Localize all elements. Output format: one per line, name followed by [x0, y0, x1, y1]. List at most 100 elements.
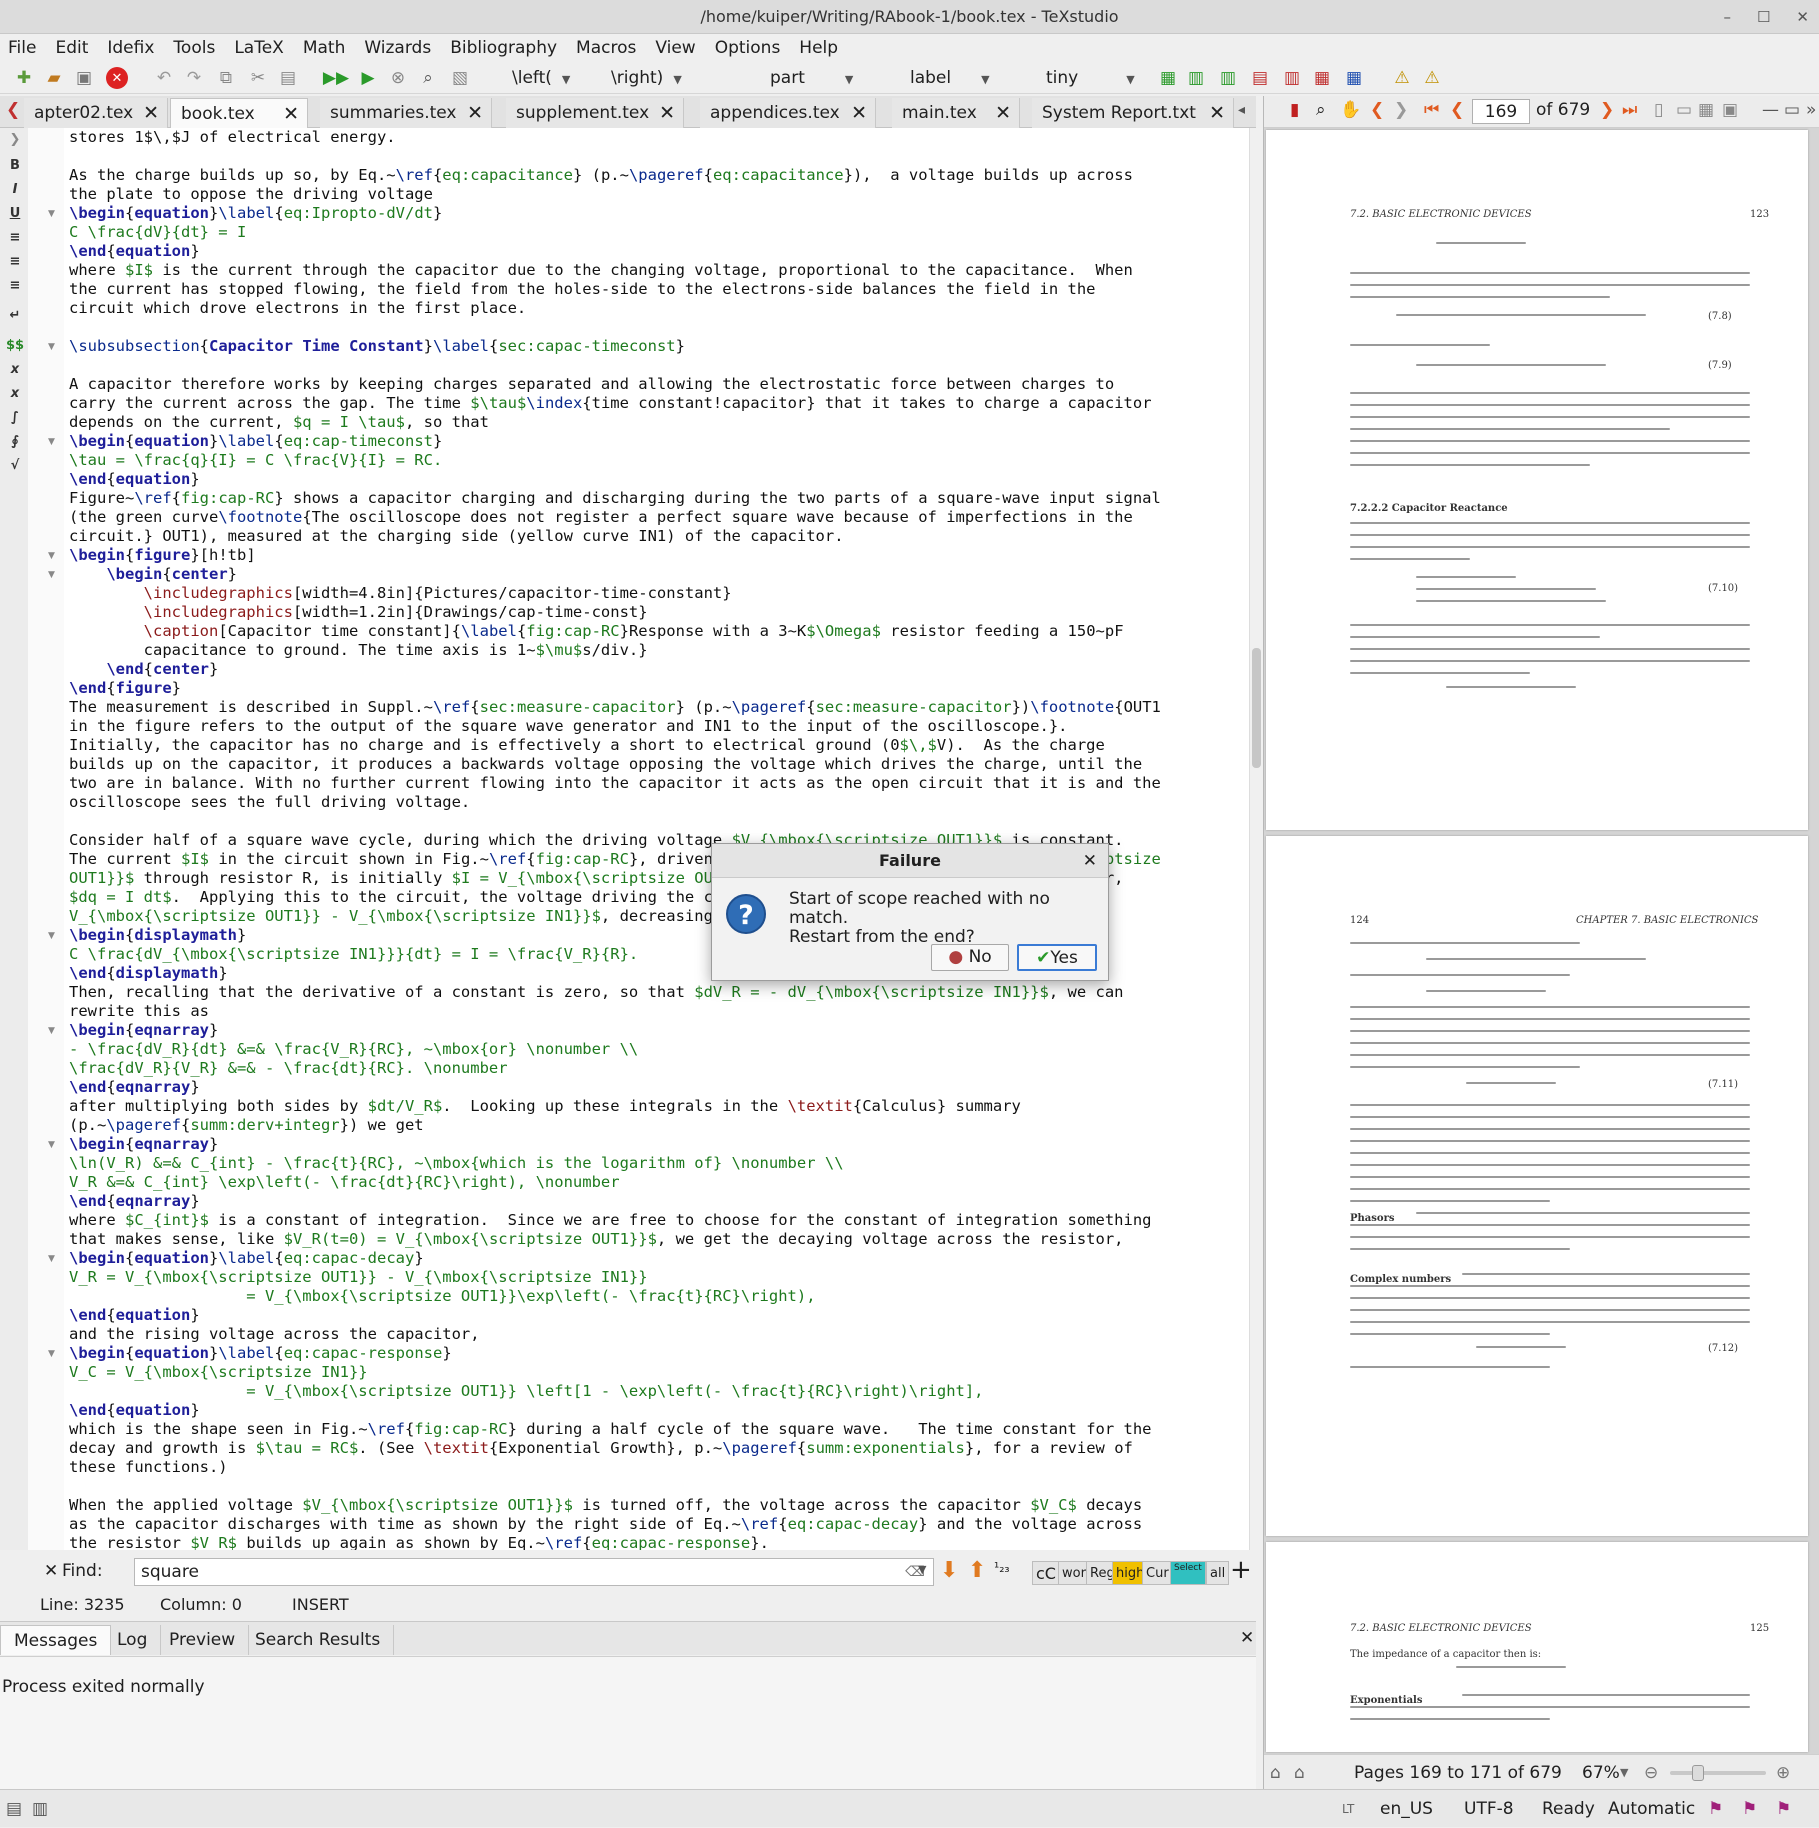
close-tab-icon[interactable]: ✕	[1209, 98, 1225, 128]
code-line[interactable]: two are in balance. With no further curr…	[69, 774, 1161, 793]
warning-icon[interactable]: ⚠	[1390, 66, 1414, 90]
selection-toggle[interactable]: Select	[1170, 1561, 1206, 1585]
structure-toggle-icon[interactable]: ▥	[32, 1790, 48, 1828]
code-line[interactable]: \end{equation}	[69, 470, 1161, 489]
code-line[interactable]: \end{eqnarray}	[69, 1192, 1161, 1211]
code-line[interactable]: as the capacitor discharges with time as…	[69, 1515, 1161, 1534]
tab-system-report[interactable]: System Report.txt ✕	[1032, 98, 1234, 128]
code-line[interactable]: capacitance to ground. The time axis is …	[69, 641, 1161, 660]
code-line[interactable]: Then, recalling that the derivative of a…	[69, 983, 1161, 1002]
math-mode-icon[interactable]: $$	[6, 338, 24, 356]
add-replace-icon[interactable]: +	[1230, 1555, 1252, 1585]
code-line[interactable]: \ln(V_R) &=& C_{int} - \frac{t}{RC}, ~\m…	[69, 1154, 1161, 1173]
code-line[interactable]: after multiplying both sides by $dt/V_R$…	[69, 1097, 1161, 1116]
encoding[interactable]: UTF-8	[1464, 1790, 1514, 1828]
close-tab-icon[interactable]: ✕	[143, 98, 159, 128]
menu-macros[interactable]: Macros	[576, 38, 636, 58]
close-panel-icon[interactable]: ✕	[1240, 1628, 1254, 1648]
fold-marker-icon[interactable]: ▼	[48, 1026, 55, 1036]
code-line[interactable]: the plate to oppose the driving voltage	[69, 185, 1161, 204]
first-page-icon[interactable]: ⏮	[1424, 100, 1439, 120]
save-icon[interactable]: ▣	[72, 66, 96, 90]
table-align-icon[interactable]: ▦	[1342, 66, 1366, 90]
menu-help[interactable]: Help	[799, 38, 838, 58]
tab-scroll-left-icon[interactable]: ❮	[6, 100, 20, 120]
code-line[interactable]: where $I$ is the current through the cap…	[69, 261, 1161, 280]
dfrac-icon[interactable]: ∮	[6, 434, 24, 452]
left-delimiter-select[interactable]: \left(▼	[512, 66, 570, 90]
zoom-slider[interactable]	[1670, 1771, 1766, 1775]
all-files-select[interactable]: all	[1206, 1561, 1230, 1585]
code-line[interactable]: and the rising voltage across the capaci…	[69, 1325, 1161, 1344]
code-line[interactable]	[69, 318, 1161, 337]
code-line[interactable]: C \frac{dV}{dt} = I	[69, 223, 1161, 242]
chevron-down-icon[interactable]: ▼	[1620, 1755, 1628, 1791]
tab-preview[interactable]: Preview	[156, 1625, 250, 1655]
italic-icon[interactable]: I	[6, 182, 24, 200]
last-page-icon[interactable]: ⏭	[1622, 100, 1637, 120]
cut-icon[interactable]: ✂	[246, 66, 270, 90]
hand-tool-icon[interactable]: ✋	[1340, 100, 1361, 120]
close-find-icon[interactable]: ✕	[44, 1561, 58, 1581]
menu-edit[interactable]: Edit	[55, 38, 88, 58]
close-tab-icon[interactable]: ✕	[659, 98, 675, 128]
code-line[interactable]: \tau = \frac{q}{I} = C \frac{V}{I} = RC.	[69, 451, 1161, 470]
new-file-icon[interactable]: ✚	[12, 66, 36, 90]
code-line[interactable]: depends on the current, $q = I \tau$, so…	[69, 413, 1161, 432]
code-line[interactable]: = V_{\mbox{\scriptsize OUT1}}\exp\left(-…	[69, 1287, 1161, 1306]
menu-latex[interactable]: LaTeX	[234, 38, 284, 58]
tab-appendices[interactable]: appendices.tex ✕	[700, 98, 876, 128]
bookmark-icon[interactable]: ▮	[1290, 100, 1299, 120]
fold-marker-icon[interactable]: ▼	[48, 1254, 55, 1264]
code-line[interactable]: that makes sense, like $V_R(t=0) = V_{\m…	[69, 1230, 1161, 1249]
code-line[interactable]: A capacitor therefore works by keeping c…	[69, 375, 1161, 394]
error-icon[interactable]: ⚠	[1420, 66, 1444, 90]
redo-icon[interactable]: ↷	[182, 66, 206, 90]
code-line[interactable]: where $C_{int}$ is a constant of integra…	[69, 1211, 1161, 1230]
layout-icon[interactable]: ▣	[1722, 100, 1738, 120]
table-cut-icon[interactable]: ▦	[1310, 66, 1334, 90]
align-left-icon[interactable]: ≡	[6, 230, 24, 248]
fraction-icon[interactable]: ∫	[6, 410, 24, 428]
more-icon[interactable]: »	[1806, 100, 1816, 120]
code-line[interactable]: As the charge builds up so, by Eq.~\ref{…	[69, 166, 1161, 185]
cursor-toggle[interactable]: Cur	[1142, 1561, 1173, 1585]
code-line[interactable]: (p.~\pageref{summ:derv+integr}) we get	[69, 1116, 1161, 1135]
menu-bibliography[interactable]: Bibliography	[450, 38, 557, 58]
find-input[interactable]: square ⌫	[134, 1558, 934, 1586]
code-line[interactable]	[69, 812, 1161, 831]
code-line[interactable]: \begin{equation}\label{eq:capac-response…	[69, 1344, 1161, 1363]
fold-marker-icon[interactable]: ▼	[48, 570, 55, 580]
code-line[interactable]: (the green curve\footnote{The oscillosco…	[69, 508, 1161, 527]
stop-icon[interactable]: ⊗	[386, 66, 410, 90]
subscript-icon[interactable]: x	[6, 362, 24, 380]
code-line[interactable]: \subsubsection{Capacitor Time Constant}\…	[69, 337, 1161, 356]
code-line[interactable]: circuit which drove electrons in the fir…	[69, 299, 1161, 318]
close-tab-icon[interactable]: ✕	[283, 99, 299, 128]
code-line[interactable]: carry the current across the gap. The ti…	[69, 394, 1161, 413]
code-line[interactable]: \includegraphics[width=1.2in]{Drawings/c…	[69, 603, 1161, 622]
code-line[interactable]: \begin{eqnarray}	[69, 1135, 1161, 1154]
bookmark-icon[interactable]: ⚑	[1708, 1790, 1723, 1828]
undo-icon[interactable]: ↶	[152, 66, 176, 90]
code-line[interactable]: \frac{dV_R}{V_R} &=& - \frac{dt}{RC}. \n…	[69, 1059, 1161, 1078]
spell-language[interactable]: en_US	[1380, 1790, 1433, 1828]
tab-supplement[interactable]: supplement.tex ✕	[506, 98, 684, 128]
code-line[interactable]: \end{equation}	[69, 1401, 1161, 1420]
code-line[interactable]: = V_{\mbox{\scriptsize OUT1}} \left[1 - …	[69, 1382, 1161, 1401]
code-line[interactable]: \end{equation}	[69, 1306, 1161, 1325]
tab-search-results[interactable]: Search Results	[242, 1625, 395, 1655]
scrollbar-thumb[interactable]	[1252, 648, 1261, 768]
code-line[interactable]: \end{eqnarray}	[69, 1078, 1161, 1097]
menu-idefix[interactable]: Idefix	[107, 38, 154, 58]
code-line[interactable]: rewrite this as	[69, 1002, 1161, 1021]
code-line[interactable]: \begin{figure}[h!tb]	[69, 546, 1161, 565]
code-line[interactable]: the current has stopped flowing, the fie…	[69, 280, 1161, 299]
code-line[interactable]: \begin{equation}\label{eq:Ipropto-dV/dt}	[69, 204, 1161, 223]
paste-icon[interactable]: ▤	[276, 66, 300, 90]
fold-marker-icon[interactable]: ▼	[48, 437, 55, 447]
chevron-down-icon[interactable]: ▼	[918, 1563, 926, 1576]
compile-icon[interactable]: ▶	[356, 66, 380, 90]
code-line[interactable]	[69, 356, 1161, 375]
sectioning-select[interactable]: part ▼	[770, 66, 853, 90]
